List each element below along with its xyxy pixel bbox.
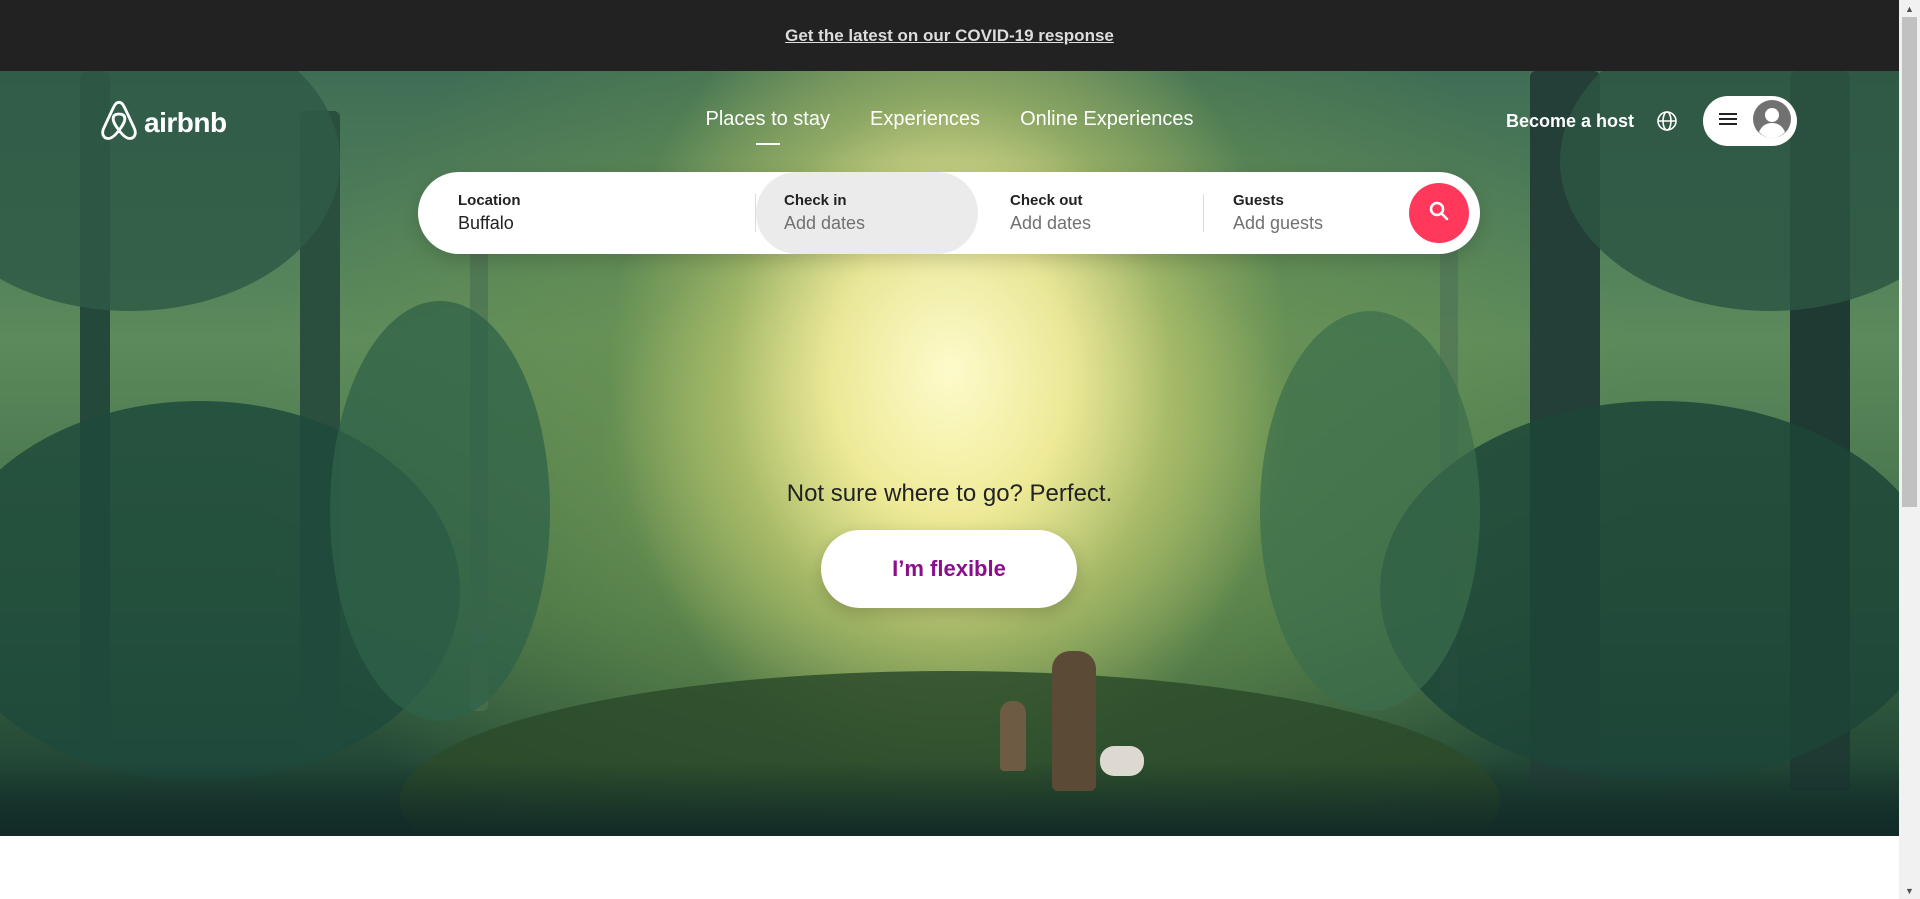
location-input[interactable] xyxy=(458,213,738,234)
covid-banner: Get the latest on our COVID-19 response xyxy=(0,0,1899,71)
search-bar: Location Check in Add dates Check out Ad… xyxy=(418,172,1480,254)
location-label: Location xyxy=(458,192,521,209)
scroll-up-arrow-icon[interactable]: ▲ xyxy=(1899,0,1920,17)
im-flexible-button[interactable]: I’m flexible xyxy=(821,530,1077,608)
user-menu-button[interactable] xyxy=(1703,96,1797,146)
checkout-label: Check out xyxy=(1010,192,1083,209)
checkin-field[interactable]: Check in Add dates xyxy=(756,172,978,254)
hero-tagline: Not sure where to go? Perfect. xyxy=(786,480,1113,507)
divider xyxy=(1203,194,1204,232)
page-scrollbar[interactable]: ▲ ▼ xyxy=(1899,0,1920,899)
scrollbar-thumb[interactable] xyxy=(1902,17,1917,507)
checkin-placeholder: Add dates xyxy=(784,213,866,233)
guests-field[interactable]: Guests Add guests xyxy=(1233,172,1403,254)
nav-online-experiences[interactable]: Online Experiences xyxy=(1020,108,1193,131)
nav-places-to-stay[interactable]: Places to stay xyxy=(705,108,830,131)
checkin-label: Check in xyxy=(784,192,847,209)
guests-label: Guests xyxy=(1233,192,1284,209)
nav-experiences[interactable]: Experiences xyxy=(870,108,980,131)
search-icon xyxy=(1429,201,1449,226)
location-field[interactable]: Location xyxy=(458,172,758,254)
hamburger-icon xyxy=(1719,111,1737,132)
covid-response-link[interactable]: Get the latest on our COVID-19 response xyxy=(785,26,1114,46)
checkout-placeholder: Add dates xyxy=(1010,213,1092,233)
user-avatar-icon xyxy=(1753,99,1791,143)
checkout-field[interactable]: Check out Add dates xyxy=(1010,172,1210,254)
search-button[interactable] xyxy=(1409,183,1469,243)
guests-placeholder: Add guests xyxy=(1233,213,1324,233)
globe-icon[interactable] xyxy=(1656,110,1678,132)
become-a-host-link[interactable]: Become a host xyxy=(1506,111,1634,132)
scroll-down-arrow-icon[interactable]: ▼ xyxy=(1899,882,1920,899)
